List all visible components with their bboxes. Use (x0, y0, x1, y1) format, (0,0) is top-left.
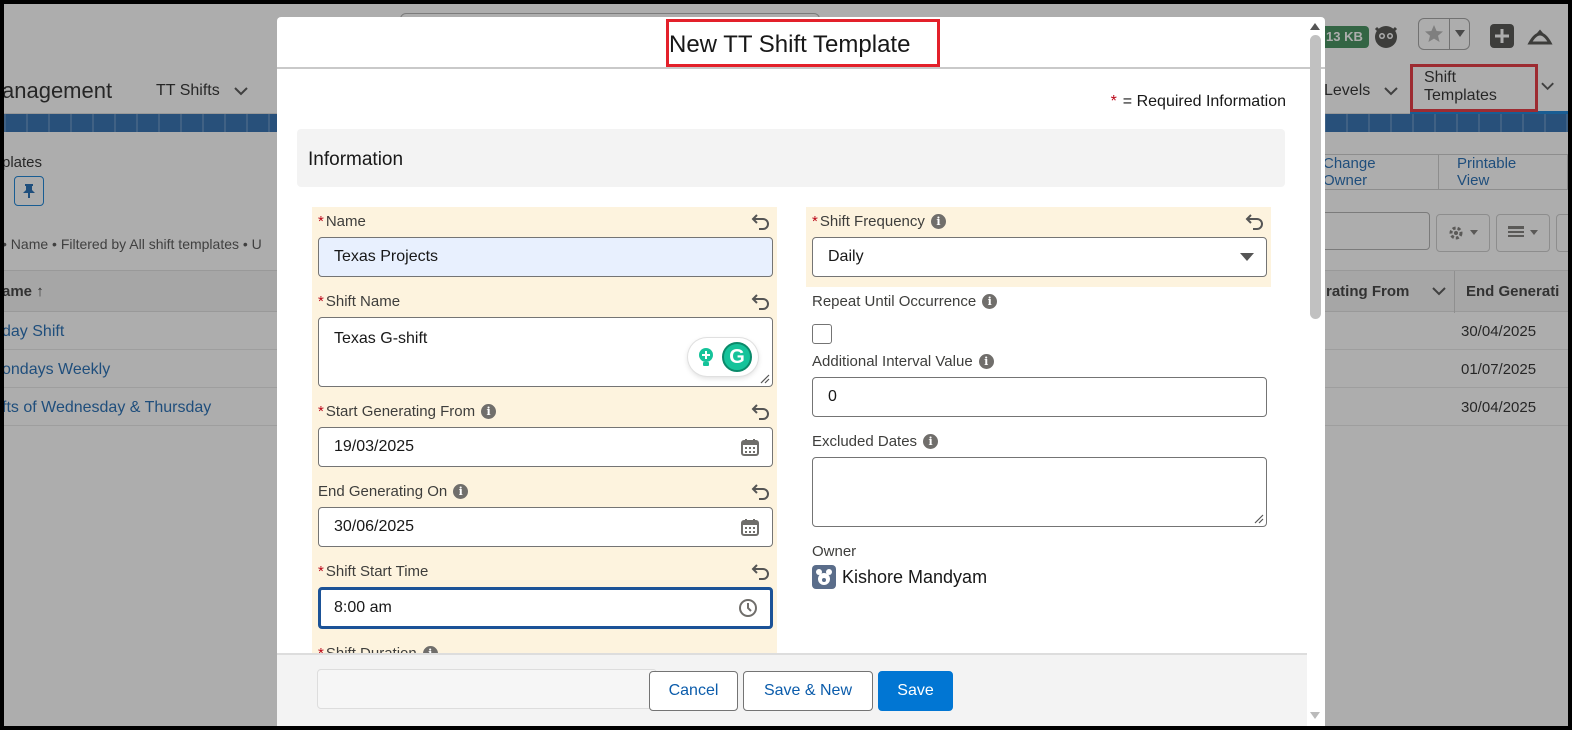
highlight-box (666, 19, 940, 67)
info-icon[interactable]: i (982, 294, 998, 309)
clock-icon[interactable] (738, 598, 758, 618)
chevron-down-icon[interactable] (1240, 252, 1254, 262)
field-shift-frequency: * Shift Frequency i Daily (806, 207, 1271, 287)
required-info-text: = Required Information (1122, 93, 1286, 110)
excluded-dates-textarea[interactable] (812, 457, 1267, 527)
field-shift-name: * Shift Name Texas G-shift G (312, 287, 777, 397)
cancel-button[interactable]: Cancel (649, 671, 738, 711)
scroll-up-icon[interactable] (1310, 23, 1320, 30)
field-label-text: Shift Name (325, 293, 401, 310)
field-label: * Shift Name (318, 293, 400, 310)
required-star: * (812, 213, 818, 230)
scroll-down-icon[interactable] (1310, 712, 1320, 719)
name-input[interactable]: Texas Projects (318, 237, 773, 277)
undo-icon[interactable] (751, 211, 771, 231)
ghost-field (317, 669, 657, 709)
save-button[interactable]: Save (878, 671, 953, 711)
additional-interval-input[interactable]: 0 (812, 377, 1267, 417)
field-label-text: Excluded Dates (812, 433, 918, 450)
undo-icon[interactable] (751, 401, 771, 421)
info-icon[interactable]: i (453, 484, 469, 499)
shift-frequency-select[interactable]: Daily (812, 237, 1267, 277)
field-label: Owner (812, 543, 856, 560)
avatar (812, 565, 836, 589)
field-label: Additional Interval Value i (812, 353, 994, 370)
field-label-text: Start Generating From (325, 403, 476, 420)
modal-scrollbar[interactable] (1307, 21, 1323, 721)
field-excluded-dates: Excluded Dates i (806, 427, 1271, 537)
shift-name-textarea[interactable]: Texas G-shift G (318, 317, 773, 387)
required-star: * (318, 293, 324, 310)
field-additional-interval-value: Additional Interval Value i 0 (806, 347, 1271, 427)
undo-icon[interactable] (751, 291, 771, 311)
info-icon[interactable]: i (923, 434, 939, 449)
owner-name[interactable]: Kishore Mandyam (842, 567, 987, 588)
field-label-text: End Generating On (318, 483, 448, 500)
field-name: * Name Texas Projects (312, 207, 777, 287)
field-shift-start-time: * Shift Start Time 8:00 am (312, 557, 777, 637)
field-label: Excluded Dates i (812, 433, 939, 450)
start-time-value: 8:00 am (334, 599, 392, 616)
field-label: * Start Generating From i (318, 403, 497, 420)
repeat-until-occurrence-checkbox[interactable] (812, 324, 832, 344)
info-icon[interactable]: i (481, 404, 497, 419)
field-label-text: Additional Interval Value (812, 353, 973, 370)
field-label-text: Name (325, 213, 366, 230)
field-label-text: Owner (812, 543, 857, 560)
field-end-generating-on: End Generating On i 30/06/2025 (312, 477, 777, 557)
field-label-text: Shift Duration (326, 645, 417, 653)
required-star: * (318, 403, 324, 420)
owner-value: Kishore Mandyam (812, 565, 987, 589)
undo-icon[interactable] (751, 481, 771, 501)
field-owner: Owner Kishore Mandyam (806, 537, 1271, 607)
calendar-icon[interactable] (740, 437, 760, 457)
field-label: * Shift Start Time (318, 563, 428, 580)
calendar-icon[interactable] (740, 517, 760, 537)
resize-handle-icon[interactable] (760, 374, 770, 384)
field-start-generating-from: * Start Generating From i 19/03/2025 (312, 397, 777, 477)
end-date-value: 30/06/2025 (334, 518, 415, 535)
undo-icon[interactable] (1245, 211, 1265, 231)
info-icon[interactable]: i (422, 646, 438, 653)
field-repeat-until-occurrence: Repeat Until Occurrence i (806, 287, 1271, 347)
undo-icon[interactable] (751, 561, 771, 581)
modal-header: New TT Shift Template (277, 17, 1325, 69)
user-avatar-icon (816, 569, 832, 585)
section-header-information[interactable]: Information (297, 129, 1285, 187)
required-star: * (318, 213, 324, 230)
save-and-new-button[interactable]: Save & New (743, 671, 873, 711)
grammarly-widget[interactable]: G (688, 338, 758, 376)
field-label-text: Shift Start Time (325, 563, 429, 580)
modal-footer: Cancel Save & New Save (277, 653, 1307, 726)
resize-handle-icon[interactable] (1254, 514, 1264, 524)
shift-name-value: Texas G-shift (334, 330, 428, 347)
start-generating-from-input[interactable]: 19/03/2025 (318, 427, 773, 467)
field-label-text: Repeat Until Occurrence (812, 293, 977, 310)
lightbulb-icon[interactable] (694, 345, 718, 369)
field-shift-duration: *Shift Duration i (312, 637, 777, 653)
shift-start-time-input[interactable]: 8:00 am (318, 587, 773, 629)
end-generating-on-input[interactable]: 30/06/2025 (318, 507, 773, 547)
grammarly-icon[interactable]: G (722, 342, 752, 372)
required-star: * (1110, 93, 1117, 110)
required-info: * = Required Information (1111, 93, 1286, 111)
required-star: * (318, 563, 324, 580)
field-label-text: Shift Frequency (819, 213, 925, 230)
modal-body: * = Required Information Information * Nam… (277, 69, 1307, 653)
field-label: * Shift Frequency i (812, 213, 946, 230)
start-date-value: 19/03/2025 (334, 438, 415, 455)
field-label: *Shift Duration i (318, 645, 438, 653)
section-title: Information (308, 149, 404, 170)
field-label: * Name (318, 213, 366, 230)
info-icon[interactable]: i (978, 354, 994, 369)
info-icon[interactable]: i (930, 214, 946, 229)
required-star: * (318, 645, 324, 653)
new-shift-template-modal: New TT Shift Template * = Required Inform… (277, 17, 1325, 726)
field-label: Repeat Until Occurrence i (812, 293, 998, 310)
scroll-thumb[interactable] (1310, 35, 1321, 319)
shift-frequency-value: Daily (828, 248, 864, 265)
field-label: End Generating On i (318, 483, 469, 500)
